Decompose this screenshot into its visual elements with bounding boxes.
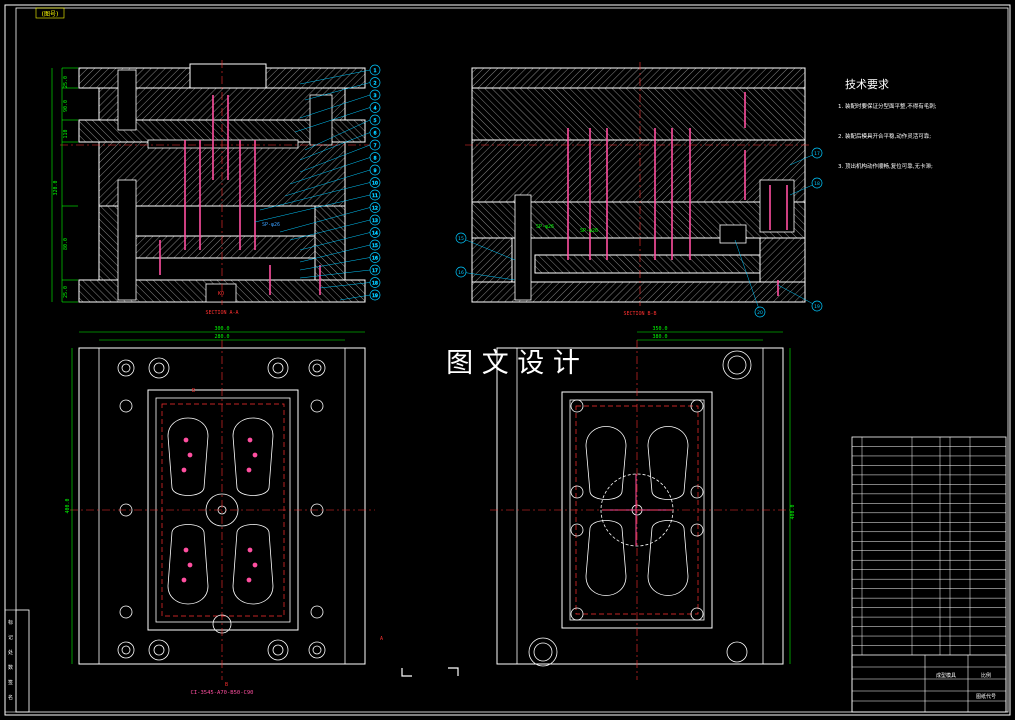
callout-label: 1 bbox=[374, 68, 377, 74]
bom-table bbox=[852, 437, 1006, 655]
view-marks bbox=[401, 667, 459, 677]
title-block: 成型模具 比例 图纸代号 bbox=[851, 436, 1007, 713]
corner-tag: (图号) bbox=[42, 11, 59, 18]
title-company: 图纸代号 bbox=[976, 693, 996, 700]
dim-a-1: 90.0 bbox=[63, 100, 69, 112]
plan-right-dim-a: 350.0 bbox=[652, 326, 667, 332]
callout-label: 15 bbox=[458, 236, 464, 242]
callout-label: 16 bbox=[372, 255, 378, 261]
ko-label: KO bbox=[218, 291, 224, 297]
callout-label: 17 bbox=[814, 151, 820, 157]
spec-label-a: SP-φ26 bbox=[262, 222, 280, 228]
dim-a-0: 25.0 bbox=[63, 76, 69, 88]
callout-label: 18 bbox=[814, 181, 820, 187]
requirement-item-2: 2. 装配后模具开合平稳,动作灵活可靠; bbox=[838, 132, 931, 140]
plan-bottom-label: CI-3545-A70-B50-C90 bbox=[191, 690, 254, 696]
callout-label: 18 bbox=[372, 280, 378, 286]
cad-drawing-canvas: (图号) 25.0 90.0 110 320.0 80.0 25.0 SP-φ2… bbox=[4, 4, 1011, 716]
plan-view-moving-half: 300.0 280.0 400.0 CI-3545-A70-B50-C90 A … bbox=[65, 326, 383, 696]
callout-label: 19 bbox=[814, 304, 820, 310]
callout-label: 20 bbox=[757, 310, 763, 316]
plan-dim-width-outer: 300.0 bbox=[214, 326, 229, 332]
callout-label: 16 bbox=[458, 270, 464, 276]
requirements-title: 技术要求 bbox=[845, 78, 889, 91]
section-mark-a1: A bbox=[380, 636, 383, 642]
title-drawing-name: 成型模具 bbox=[936, 672, 956, 679]
watermark-text: 图 文 设 计 bbox=[446, 348, 580, 379]
callout-label: 9 bbox=[374, 168, 377, 174]
callout-label: 11 bbox=[372, 193, 378, 199]
spec-label-c: SP-φ26 bbox=[536, 224, 554, 230]
section-a-a-view: 25.0 90.0 110 320.0 80.0 25.0 SP-φ26 SEC… bbox=[51, 60, 381, 316]
callout-label: 17 bbox=[372, 268, 378, 274]
revision-label: 记 bbox=[8, 634, 13, 641]
dim-a-2: 110 bbox=[63, 129, 69, 138]
spec-label-b: SP-φ26 bbox=[580, 228, 598, 234]
callout-label: 7 bbox=[374, 143, 377, 149]
callout-label: 2 bbox=[374, 80, 377, 86]
dim-a-4: 80.0 bbox=[63, 238, 69, 250]
callout-label: 8 bbox=[374, 155, 377, 161]
revision-label: 名 bbox=[8, 694, 13, 701]
callout-label: 4 bbox=[374, 105, 377, 111]
requirement-item-1: 1. 装配时要保证分型面平整,不得有毛刺; bbox=[838, 102, 937, 110]
section-a-label: SECTION A-A bbox=[205, 310, 238, 316]
callout-label: 14 bbox=[372, 230, 378, 236]
plan-dim-height: 400.0 bbox=[65, 498, 71, 513]
revision-label: 处 bbox=[8, 649, 13, 656]
plan-right-dim-height: 400.0 bbox=[790, 504, 796, 519]
plan-view-fixed-half: 350.0 380.0 400.0 bbox=[490, 326, 796, 680]
callout-label: 19 bbox=[372, 293, 378, 299]
section-b-label: SECTION B-B bbox=[623, 311, 656, 317]
callout-label: 13 bbox=[372, 218, 378, 224]
callout-label: 6 bbox=[374, 130, 377, 136]
callout-label: 15 bbox=[372, 243, 378, 249]
section-b-b-view: SP-φ26 SP-φ26 SECTION B-B 15 16 17 18 19 20 bbox=[455, 62, 823, 318]
revision-labels: 标记处数签名 bbox=[8, 619, 13, 701]
callout-label: 12 bbox=[372, 205, 378, 211]
revision-label: 签 bbox=[8, 679, 13, 686]
callout-label: 3 bbox=[374, 93, 377, 99]
dim-a-5: 25.0 bbox=[63, 286, 69, 298]
revision-label: 标 bbox=[8, 619, 13, 626]
callout-label: 5 bbox=[374, 118, 377, 124]
plan-right-dim-b: 380.0 bbox=[652, 334, 667, 340]
section-mark-b1: B bbox=[192, 388, 195, 394]
revision-label: 数 bbox=[8, 664, 13, 671]
plan-dim-width-inner: 280.0 bbox=[214, 334, 229, 340]
technical-requirements: 技术要求 1. 装配时要保证分型面平整,不得有毛刺; 2. 装配后模具开合平稳,… bbox=[838, 78, 937, 170]
dim-a-3: 320.0 bbox=[53, 180, 59, 195]
requirement-item-3: 3. 顶出机构动作顺畅,复位可靠,无卡滞; bbox=[838, 162, 933, 170]
title-scale-label: 比例 bbox=[981, 672, 991, 679]
section-mark-b2: B bbox=[225, 682, 228, 688]
callout-label: 10 bbox=[372, 180, 378, 186]
